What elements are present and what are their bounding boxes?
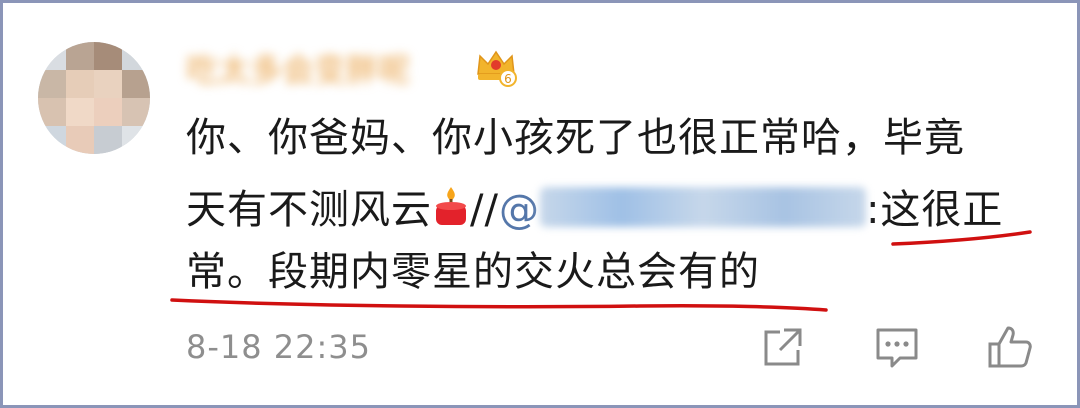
avatar[interactable] [38, 42, 150, 154]
comment-text-after-mention: :这很正 [865, 187, 1004, 233]
cake-candle-icon [432, 185, 470, 229]
repost-separator: // [470, 187, 499, 233]
crown-level-badge-icon: 6 [474, 48, 518, 88]
mention-at-sign[interactable]: @ [499, 187, 540, 233]
mention-link[interactable] [539, 187, 866, 227]
timestamp: 8-18 22:35 [186, 328, 372, 366]
username[interactable]: 吃太多会变胖呢 [186, 48, 468, 92]
thumbs-up-icon[interactable] [986, 322, 1036, 372]
avatar-mosaic [38, 42, 150, 154]
comment-line-3: 常。段期内零星的交火总会有的 [186, 249, 760, 295]
comment-text-before-emoji: 天有不测风云 [186, 187, 432, 233]
comment-line-2: 天有不测风云 //@ :这很正 [186, 180, 1046, 240]
comment-icon[interactable] [872, 322, 922, 372]
share-icon[interactable] [758, 322, 808, 372]
comment-line-1: 你、你爸妈、你小孩死了也很正常哈，毕竟 [186, 115, 965, 161]
svg-text:6: 6 [504, 72, 512, 86]
